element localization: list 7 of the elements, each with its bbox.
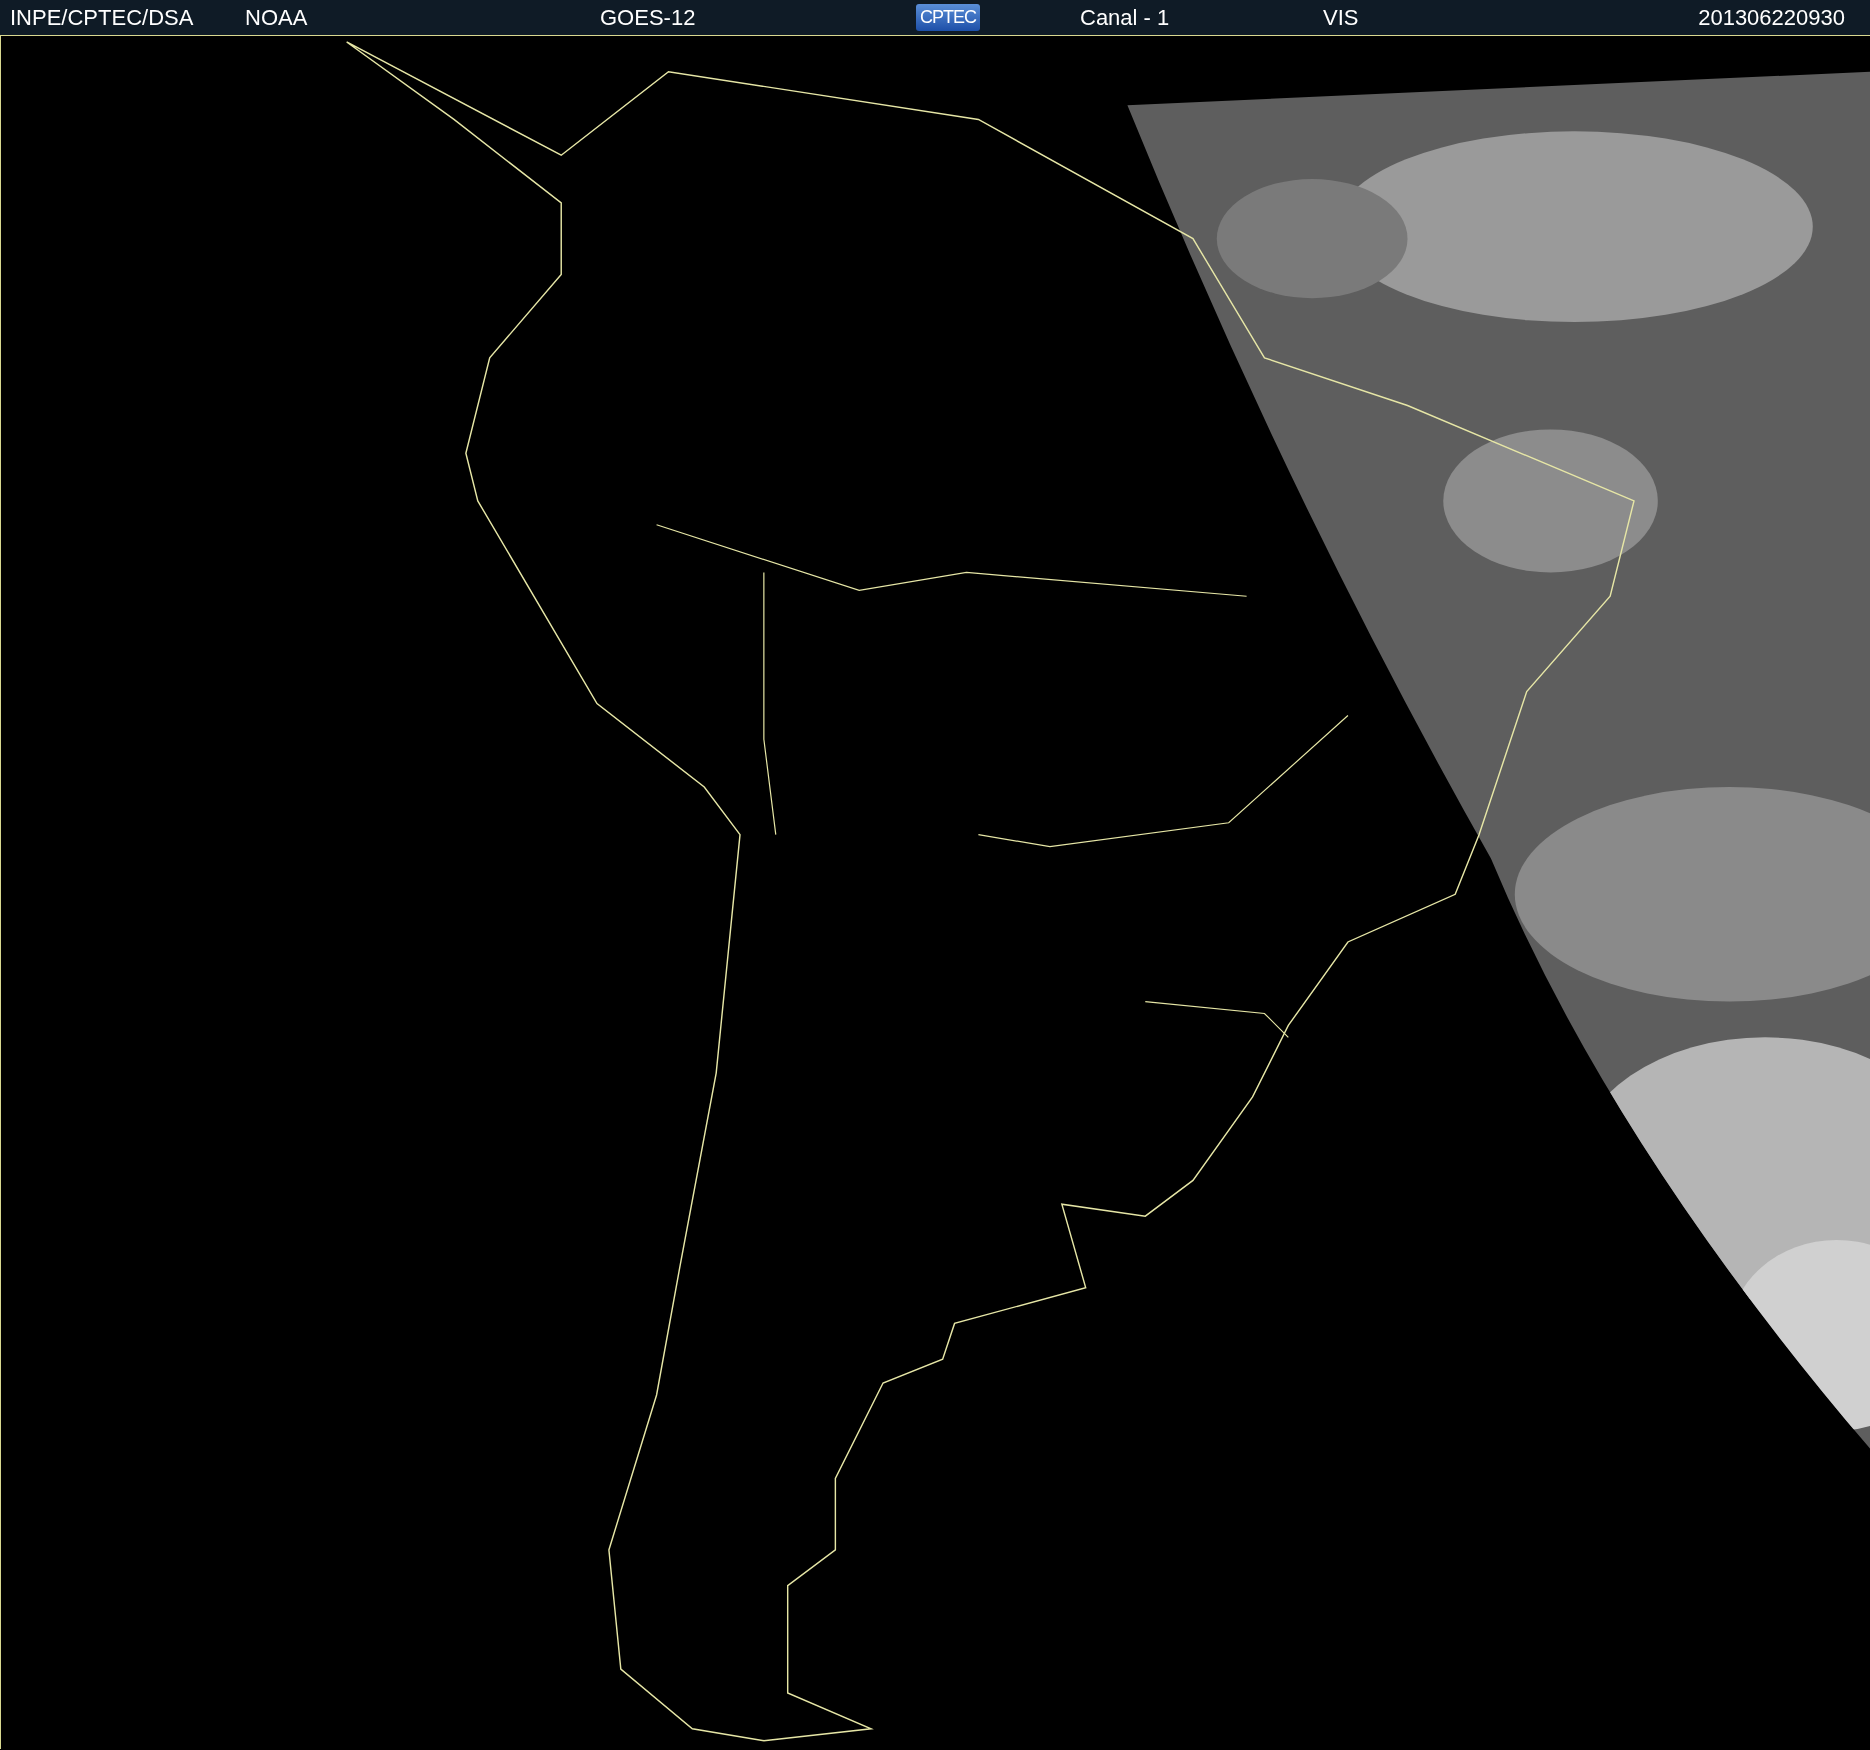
satellite-label: GOES-12: [600, 4, 696, 31]
band-label: VIS: [1323, 4, 1359, 31]
timestamp-label: 201306220930: [1698, 4, 1845, 31]
logo: CPTEC: [916, 4, 980, 31]
source-label: INPE/CPTEC/DSA: [10, 4, 194, 31]
channel-label: Canal - 1: [1080, 4, 1170, 31]
agency-label: NOAA: [245, 4, 308, 31]
